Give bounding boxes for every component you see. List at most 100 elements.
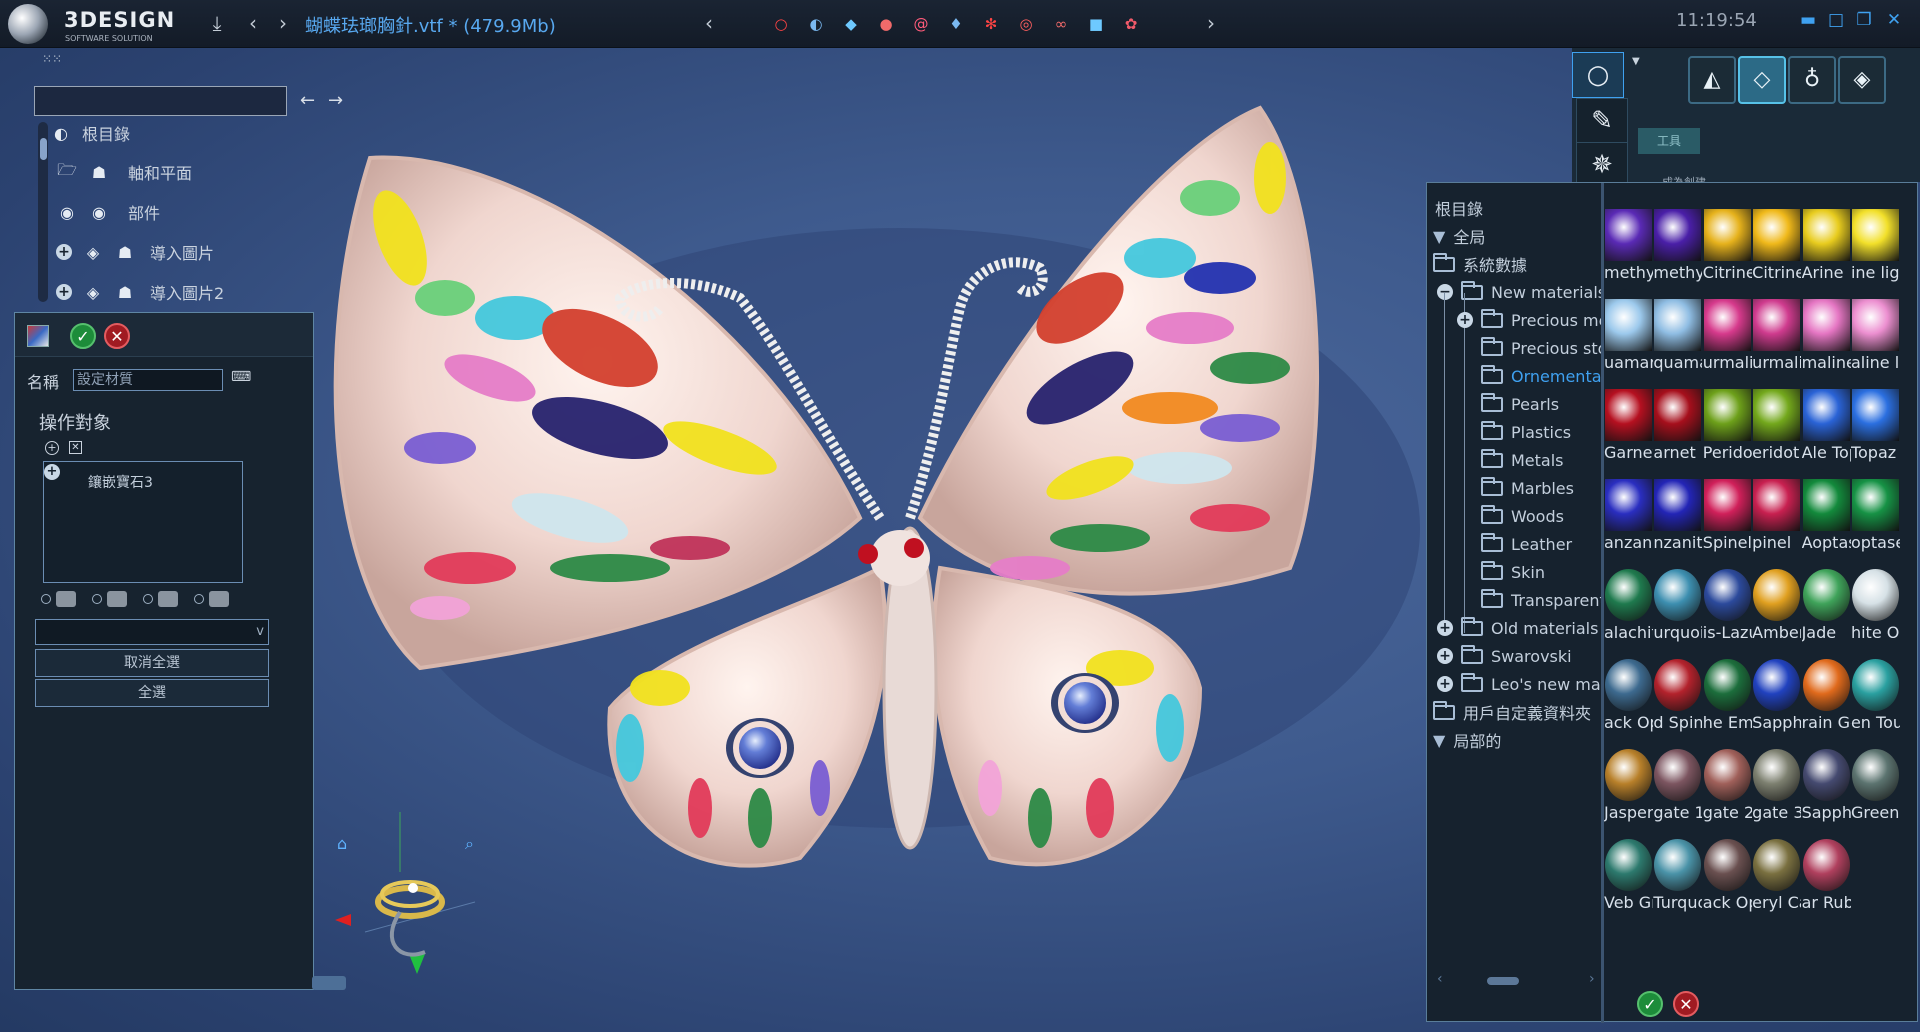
cancel-icon[interactable]: ✕ [1673,991,1699,1017]
material-swatch[interactable]: rain Gem [1802,657,1851,747]
bangle-icon[interactable]: ◎ [1013,11,1039,37]
deselect-all-button[interactable]: 取消全選 [35,649,269,677]
material-swatch[interactable]: Topaz [1851,387,1900,477]
tree-item-parts[interactable]: ◉ ◉ 部件 [56,197,160,227]
library-root[interactable]: 根目錄 [1435,193,1483,223]
tree-node-plastics[interactable]: Plastics [1481,417,1571,447]
material-swatch[interactable]: alachite [1604,567,1653,657]
material-swatch[interactable]: nzanite [1653,477,1702,567]
grid-menu-icon[interactable]: ⁙⁙ [42,52,62,66]
material-swatch[interactable]: uamarine [1604,297,1653,387]
radio-icon[interactable] [143,594,153,604]
library-hscroll[interactable]: ‹ › [1437,971,1597,991]
cancel-icon[interactable]: ✕ [104,323,130,349]
tree-node-global[interactable]: ▼ 全局 [1433,221,1485,251]
material-swatch[interactable]: urmaline [1703,297,1752,387]
material-swatch[interactable]: he Emald [1703,657,1752,747]
ghost-hidden-icon[interactable]: ☗ [114,281,136,303]
material-swatch[interactable]: pinel [1752,477,1801,567]
material-swatch[interactable]: Citrine [1703,207,1752,297]
material-swatch[interactable]: Aoptase [1802,477,1851,567]
expand-icon[interactable]: + [1437,648,1453,664]
targets-list[interactable]: + 鑲嵌寶石3 [43,461,243,583]
ghost-hidden-icon[interactable]: ☗ [114,241,136,263]
ring-mode-icon[interactable]: ○ [1572,52,1624,98]
radio-icon[interactable] [92,594,102,604]
material-swatch[interactable]: Jade [1802,567,1851,657]
redo-icon[interactable]: › [270,10,296,36]
material-swatch[interactable]: maline [1802,297,1851,387]
collapse-icon[interactable]: − [1437,284,1453,300]
tree-node-pearls[interactable]: Pearls [1481,389,1559,419]
draw-tool-icon[interactable]: ✎ [1576,98,1628,144]
material-swatch[interactable]: eryl Cat [1752,837,1801,927]
material-swatch[interactable]: eridot [1752,387,1801,477]
keyboard-icon[interactable]: ⌨ [231,369,251,385]
material-swatch[interactable]: Green [1851,747,1900,837]
layer-combo[interactable]: v [35,619,269,645]
tree-node-skin[interactable]: Skin [1481,557,1545,587]
tree-node-swarovski[interactable]: + Swarovski [1437,641,1572,671]
material-swatch[interactable]: Turquoise [1653,837,1702,927]
expand-icon[interactable]: + [1437,620,1453,636]
radio-icon[interactable] [41,594,51,604]
remove-target-icon[interactable]: ✕ [69,441,82,454]
ring-gizmo[interactable] [325,802,485,992]
prev-icons-icon[interactable]: ‹ [696,10,722,36]
restore-icon[interactable]: ❐ [1853,10,1875,30]
material-swatch[interactable]: optase [1851,477,1900,567]
material-swatch[interactable]: Sapphire [1802,747,1851,837]
shell-icon[interactable]: ◐ [803,11,829,37]
tree-node-metals[interactable]: Metals [1481,445,1564,475]
tree-node-system[interactable]: 系統數據 [1433,249,1527,279]
material-swatch[interactable]: en Tour [1851,657,1900,747]
material-swatch[interactable]: gate 3 [1752,747,1801,837]
gem-tool-icon[interactable]: ◇ [1738,56,1786,104]
molecule-icon[interactable]: ✿ [1118,11,1144,37]
material-swatch[interactable]: anzanite [1604,477,1653,567]
confirm-icon[interactable]: ✓ [1637,991,1663,1017]
material-swatch[interactable]: arnet [1653,387,1702,477]
expand-icon[interactable]: + [1457,312,1473,328]
material-swatch[interactable]: ack Opal [1604,657,1653,747]
material-swatch[interactable]: Sapphire [1752,657,1801,747]
confirm-icon[interactable]: ✓ [70,323,96,349]
dropdown-arrow-icon[interactable]: ▼ [1632,56,1640,67]
material-swatch[interactable]: ar Rub [1802,837,1851,927]
material-swatch[interactable]: Veb Green [1604,837,1653,927]
tree-node-new-materials[interactable]: − New materials [1437,277,1603,307]
multi-gem-icon[interactable]: ● [873,11,899,37]
chain-icon[interactable]: ∞ [1048,11,1074,37]
combo-arrow[interactable]: v [256,624,264,639]
tree-search-input[interactable] [34,86,287,116]
back-arrow-icon[interactable]: ← [300,90,315,111]
drop-icon[interactable]: ♦ [943,11,969,37]
shapes-icon[interactable]: ◭ [1688,56,1736,104]
scroll-left-icon[interactable]: ‹ [1437,971,1443,987]
view-mode-3[interactable] [143,591,178,607]
tree-node-leather[interactable]: Leather [1481,529,1572,559]
material-swatch[interactable]: Garnet [1604,387,1653,477]
material-swatch[interactable]: Arine [1802,207,1851,297]
undo-icon[interactable]: ‹ [240,10,266,36]
list-expand-icon[interactable]: + [44,464,60,480]
scroll-right-icon[interactable]: › [1589,971,1595,987]
next-icons-icon[interactable]: › [1198,10,1224,36]
tree-node-transparent[interactable]: Transparent [1481,585,1603,615]
minimize-icon[interactable]: ▬ [1797,10,1819,30]
tree-node-precious-stones[interactable]: Precious stones [1481,333,1603,363]
view-mode-2[interactable] [92,591,127,607]
tree-item-image1[interactable]: + ◈ ☗ 導入圖片 [56,237,214,267]
expand-icon[interactable]: + [1437,676,1453,692]
expand-icon[interactable]: + [56,284,72,300]
tree-node-old-materials[interactable]: + Old materials [1437,613,1598,643]
tree-node-local[interactable]: ▼ 局部的 [1433,725,1501,755]
tree-root[interactable]: ◐ 根目錄 [50,118,130,148]
material-swatch[interactable]: Amber [1752,567,1801,657]
ghost-hidden-icon[interactable]: ☗ [88,161,110,183]
material-swatch[interactable]: methyst [1604,207,1653,297]
spiral-icon[interactable]: @ [908,11,934,37]
panel-resize-handle[interactable] [312,976,346,990]
tree-node-ornementals[interactable]: Ornementals [1481,361,1603,391]
gem-icon[interactable]: ◆ [838,11,864,37]
